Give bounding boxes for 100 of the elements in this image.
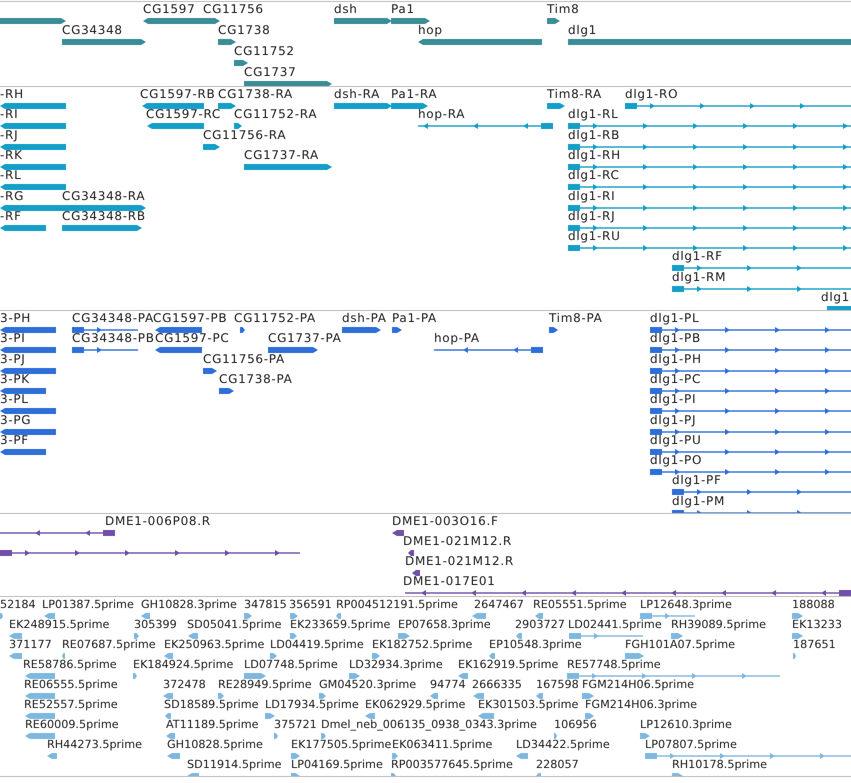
feature-label: dsh-RA bbox=[334, 88, 380, 101]
feature-label: EP10548.3prime bbox=[489, 638, 582, 651]
feature-glyph bbox=[535, 612, 543, 620]
feature-label: AT11189.5prime bbox=[166, 718, 258, 731]
feature-label: RE28949.5prime bbox=[218, 678, 312, 691]
feature-label: EK184924.5prime bbox=[133, 658, 234, 671]
feature-label: 371177 bbox=[9, 638, 52, 651]
feature-glyph bbox=[274, 732, 278, 740]
feature-label: LP01387.5prime bbox=[42, 598, 134, 611]
feature-label: dlg1-PB bbox=[650, 332, 701, 346]
feature-label: 52184 bbox=[0, 598, 36, 611]
feature-label: RP003577645.5prime bbox=[391, 758, 513, 771]
feature-glyph bbox=[473, 692, 484, 700]
feature-glyph bbox=[0, 17, 66, 25]
feature-label: 3-PF bbox=[0, 434, 29, 447]
feature-label: CG1597-RB bbox=[140, 88, 216, 101]
feature-label: CG34348 bbox=[62, 24, 123, 37]
feature-label: EK062929.5prime bbox=[365, 698, 466, 711]
feature-label: SD18589.5prime bbox=[164, 698, 259, 711]
feature-label: CG11756 bbox=[203, 3, 264, 16]
feature-glyph bbox=[244, 672, 266, 680]
feature-label: EK301503.5prime bbox=[478, 698, 578, 711]
feature-label: RE06555.5prime bbox=[24, 678, 118, 691]
feature-glyph bbox=[319, 692, 326, 700]
feature-label: dlg1-PL bbox=[650, 312, 700, 325]
feature-label: CG34348-PB bbox=[72, 332, 155, 346]
feature-label: EP07658.3prime bbox=[398, 618, 491, 631]
feature-label: CG34348-PA bbox=[72, 312, 154, 325]
feature-label: CG1597-RC bbox=[146, 108, 221, 122]
feature-label: DME1-021M12.R bbox=[405, 555, 514, 568]
feature-glyph bbox=[62, 652, 65, 660]
feature-label: LP07807.5prime bbox=[645, 738, 737, 751]
feature-glyph bbox=[25, 672, 55, 680]
feature-glyph bbox=[408, 549, 414, 557]
feature-glyph bbox=[165, 712, 171, 720]
feature-glyph bbox=[72, 346, 138, 354]
feature-label: FGH101A07.5prime bbox=[625, 638, 736, 651]
feature-glyph bbox=[792, 612, 803, 620]
feature-label: dsh bbox=[334, 3, 358, 16]
feature-label: DME1-017E01 bbox=[403, 575, 496, 588]
feature-label: dlg1-PC bbox=[650, 372, 702, 386]
feature-label: Pa1-RA bbox=[391, 88, 438, 101]
feature-glyph bbox=[25, 692, 55, 700]
feature-label: EK162919.5prime bbox=[458, 658, 558, 671]
feature-label: -RG bbox=[0, 190, 24, 202]
feature-label: 187651 bbox=[793, 638, 836, 651]
feature-glyph bbox=[134, 632, 139, 640]
feature-label: hop bbox=[418, 24, 443, 37]
feature-label: -RI bbox=[0, 108, 18, 122]
feature-glyph bbox=[25, 732, 55, 740]
feature-label: RH39089.5prime bbox=[671, 618, 766, 631]
feature-label: RE60009.5prime bbox=[25, 718, 119, 731]
feature-glyph bbox=[0, 142, 66, 151]
feature-label: RH44273.5prime bbox=[47, 738, 142, 751]
feature-label: LD04419.5prime bbox=[270, 638, 364, 651]
feature-label: LD02441.5prime bbox=[568, 618, 662, 631]
feature-glyph bbox=[516, 752, 528, 760]
feature-glyph bbox=[218, 38, 236, 46]
feature-glyph bbox=[582, 692, 594, 700]
feature-label: 356591 bbox=[289, 598, 332, 611]
feature-label: Dmel_neb_006135_0938_0343.3prime bbox=[321, 718, 537, 731]
feature-glyph bbox=[290, 632, 297, 640]
feature-label: EK233659.5prime bbox=[290, 618, 390, 631]
feature-glyph bbox=[265, 712, 275, 720]
feature-label: 375721 bbox=[274, 718, 317, 731]
feature-glyph bbox=[0, 366, 56, 375]
feature-label: FGM214H06.5prime bbox=[582, 678, 694, 691]
feature-glyph bbox=[147, 122, 204, 130]
feature-label: 167598 bbox=[536, 678, 579, 691]
feature-label: RE05551.5prime bbox=[533, 598, 627, 611]
feature-glyph bbox=[9, 652, 22, 660]
feature-glyph bbox=[549, 326, 558, 334]
feature-glyph bbox=[219, 386, 234, 395]
feature-glyph bbox=[47, 752, 57, 760]
feature-glyph bbox=[155, 346, 202, 354]
feature-label: CG34348-RB bbox=[62, 210, 146, 223]
feature-label: RH10178.5prime bbox=[672, 758, 768, 771]
feature-label: dlg1 bbox=[568, 24, 598, 37]
feature-label: Pa1-PA bbox=[392, 312, 437, 325]
feature-label: CG1597-PC bbox=[155, 332, 230, 346]
feature-label: LP12610.3prime bbox=[640, 718, 732, 731]
feature-label: 3-PJ bbox=[0, 352, 26, 366]
feature-label: dlg1-PU bbox=[650, 434, 702, 447]
feature-glyph bbox=[234, 122, 242, 130]
feature-label: EK250963.5prime bbox=[164, 638, 264, 651]
feature-glyph bbox=[142, 102, 204, 110]
feature-label: -RH bbox=[0, 88, 24, 101]
feature-label: CG1737-PA bbox=[268, 332, 342, 346]
feature-label: FGM214H06.3prime bbox=[585, 698, 698, 711]
feature-label: dlg1-PI bbox=[650, 393, 696, 406]
feature-glyph bbox=[547, 102, 565, 110]
feature-glyph bbox=[244, 612, 252, 620]
feature-label: GH10828.5prime bbox=[167, 738, 263, 751]
feature-glyph bbox=[164, 652, 173, 660]
feature-label: hop-PA bbox=[434, 332, 480, 346]
feature-label: LP04169.5prime bbox=[291, 758, 383, 771]
feature-glyph bbox=[671, 632, 683, 640]
feature-label: EK248915.5prime bbox=[9, 618, 110, 631]
feature-glyph bbox=[0, 612, 3, 620]
feature-label: LD34422.5prime bbox=[516, 738, 610, 751]
